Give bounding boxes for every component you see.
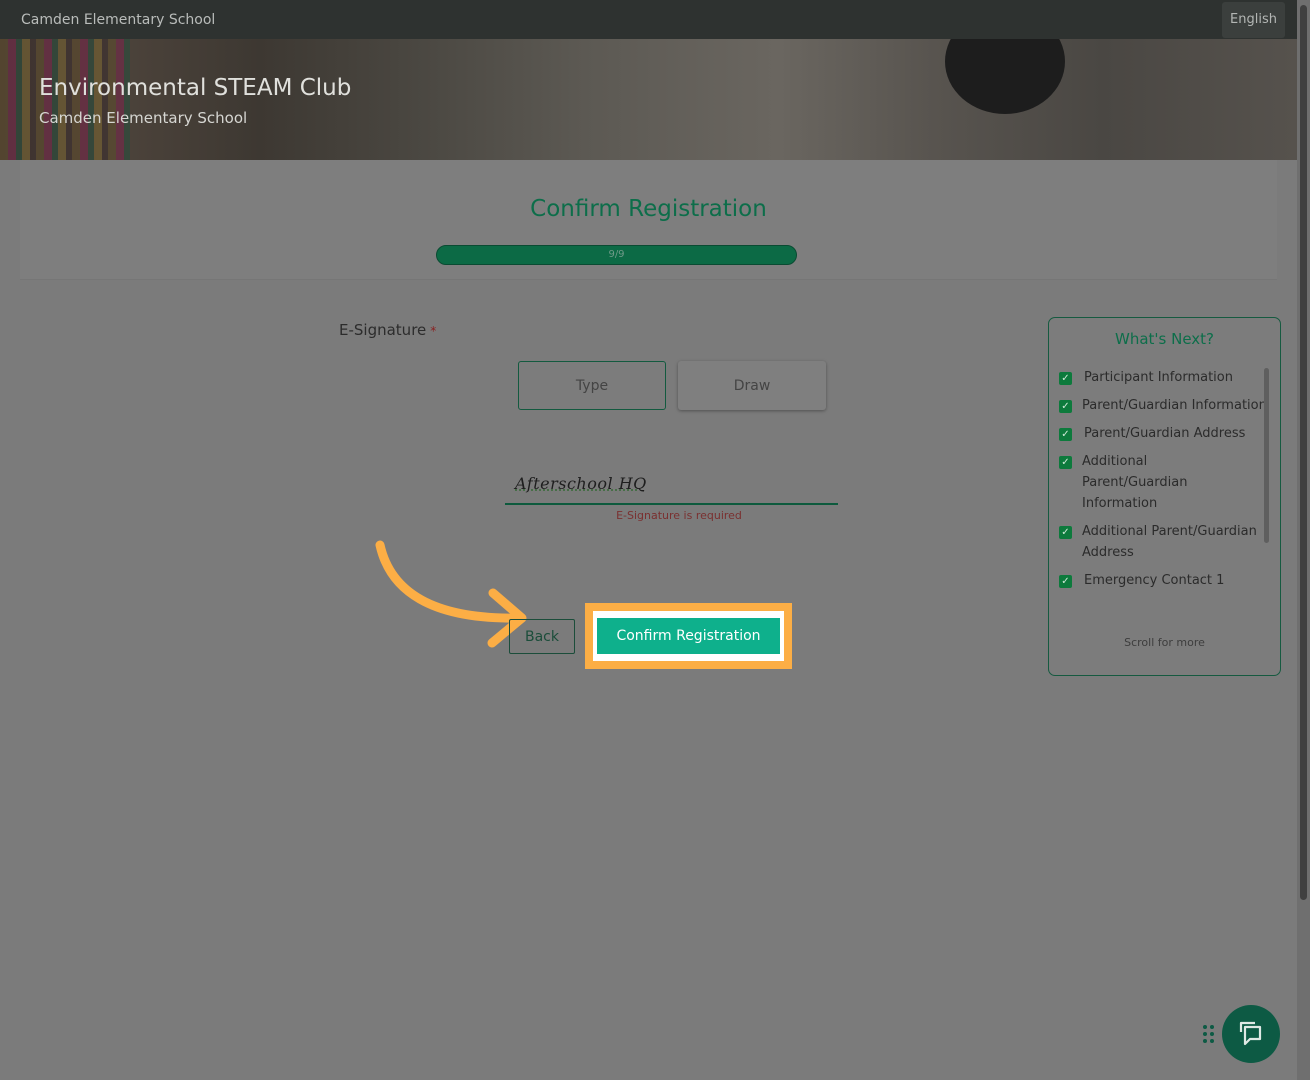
list-item-label: Additional Parent/Guardian Address: [1082, 524, 1257, 560]
list-item: ✓ Participant Information: [1059, 370, 1267, 388]
list-item-label: Emergency Contact 1: [1084, 573, 1225, 588]
page-title: Confirm Registration: [530, 196, 767, 222]
chat-button[interactable]: [1222, 1005, 1280, 1063]
signature-label-text: E-Signature: [339, 321, 427, 339]
hero-person-image: [945, 39, 1065, 114]
required-marker: *: [430, 324, 437, 338]
whats-next-title: What's Next?: [1114, 330, 1215, 348]
list-item: ✓ Additional Parent/Guardian Address: [1059, 524, 1267, 563]
tab-draw[interactable]: Draw: [678, 361, 826, 410]
hero-banner: Environmental STEAM Club Camden Elementa…: [0, 39, 1297, 160]
whats-next-list[interactable]: ✓ Participant Information ✓ Parent/Guard…: [1059, 370, 1267, 614]
scroll-hint: Scroll for more: [1124, 636, 1205, 649]
page-scrollbar-thumb[interactable]: [1300, 5, 1307, 900]
checkbox-checked-icon: ✓: [1059, 456, 1072, 469]
program-title: Environmental STEAM Club: [39, 75, 352, 101]
school-name: Camden Elementary School: [21, 11, 216, 28]
signature-value: Afterschool HQ: [515, 474, 647, 493]
checkbox-checked-icon: ✓: [1059, 372, 1072, 385]
whats-next-scrollbar[interactable]: [1264, 368, 1269, 543]
chat-bubble-icon: [1239, 1021, 1262, 1046]
program-subtitle: Camden Elementary School: [39, 109, 248, 127]
whats-next-panel: What's Next? ✓ Participant Information ✓…: [1048, 317, 1281, 676]
signature-error: E-Signature is required: [616, 509, 742, 522]
list-item-label: Parent/Guardian Information: [1082, 398, 1267, 413]
list-item-label: Parent/Guardian Address: [1084, 426, 1246, 441]
checkbox-checked-icon: ✓: [1059, 428, 1072, 441]
back-button[interactable]: Back: [509, 619, 575, 654]
list-item-label: Additional Parent/Guardian Information: [1082, 454, 1188, 511]
language-button[interactable]: English: [1222, 1, 1285, 38]
checkbox-checked-icon: ✓: [1059, 400, 1072, 413]
checkbox-checked-icon: ✓: [1059, 575, 1072, 588]
list-item: ✓ Emergency Contact 1: [1059, 573, 1267, 591]
tab-type[interactable]: Type: [518, 361, 666, 410]
signature-label: E-Signature *: [339, 321, 436, 339]
confirm-registration-button[interactable]: Confirm Registration: [597, 618, 780, 654]
list-item: ✓ Additional Parent/Guardian Information: [1059, 454, 1267, 514]
list-item: ✓ Parent/Guardian Address: [1059, 426, 1267, 444]
drag-handle-icon[interactable]: [1202, 1024, 1216, 1044]
top-bar: Camden Elementary School English: [0, 0, 1297, 39]
progress-bar: 9/9: [436, 245, 797, 265]
page-scrollbar[interactable]: [1297, 0, 1310, 1080]
checkbox-checked-icon: ✓: [1059, 526, 1072, 539]
signature-input[interactable]: Afterschool HQ: [505, 468, 838, 505]
list-item-label: Participant Information: [1084, 370, 1233, 385]
list-item: ✓ Parent/Guardian Information: [1059, 398, 1267, 416]
step-header: Confirm Registration 9/9: [20, 160, 1277, 280]
progress-label: 9/9: [608, 249, 625, 260]
